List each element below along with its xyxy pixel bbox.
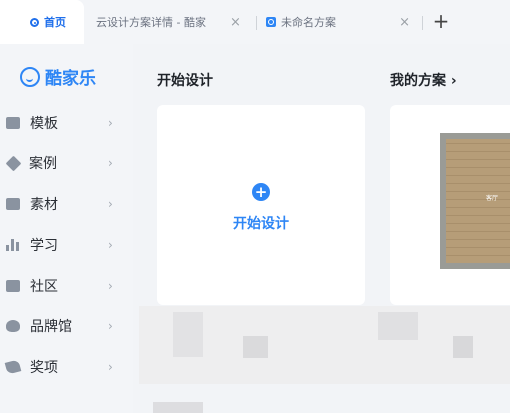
tab-home[interactable]: 首页: [0, 0, 84, 44]
message-icon: [6, 280, 20, 292]
chevron-right-icon: ›: [108, 116, 113, 130]
blurred-block: [153, 402, 203, 413]
logo-text: 酷家乐: [45, 69, 96, 89]
logo-icon: [20, 66, 40, 87]
plus-circle-icon: +: [252, 183, 270, 201]
plan-icon: [266, 17, 276, 27]
start-design-card[interactable]: + 开始设计: [157, 105, 365, 305]
room-label: 客厅: [486, 195, 499, 202]
floor-plan-thumbnail: 客厅: [440, 133, 510, 269]
new-tab-button[interactable]: +: [430, 10, 452, 32]
blurred-block: [378, 312, 418, 340]
tab-divider: [422, 16, 423, 30]
tab-bar: 首页 云设计方案详情 - 酷家 × 未命名方案 × +: [0, 0, 510, 44]
chevron-right-icon: ›: [108, 319, 113, 333]
plan-card[interactable]: 客厅: [390, 105, 510, 305]
logo[interactable]: 酷家乐: [20, 64, 96, 89]
floor-texture: [446, 139, 510, 263]
diamond-icon: [5, 155, 22, 171]
start-design-label: 开始设计: [233, 216, 289, 232]
chevron-right-icon: ›: [108, 238, 113, 252]
tab-untitled-plan-label: 未命名方案: [281, 16, 336, 29]
sidebar-item-learning[interactable]: 学习 ›: [0, 225, 133, 265]
leaf-icon: [4, 359, 22, 375]
chevron-right-icon: ›: [108, 279, 113, 293]
sidebar-item-label: 学习: [30, 238, 58, 254]
sidebar: 酷家乐 模板 › 案例 › 素材 › 学习 › 社区 › 品牌馆 › 奖项 ›: [0, 44, 133, 413]
tab-untitled-plan[interactable]: 未命名方案 ×: [266, 0, 416, 44]
tab-home-label: 首页: [44, 16, 66, 29]
blurred-block: [453, 336, 473, 358]
tab-design-details[interactable]: 云设计方案详情 - 酷家 ×: [96, 0, 256, 44]
chevron-right-icon: ›: [108, 197, 113, 211]
sidebar-item-cases[interactable]: 案例 ›: [0, 143, 133, 183]
sidebar-item-brands[interactable]: 品牌馆 ›: [0, 306, 133, 346]
chevron-right-icon: ›: [108, 360, 113, 374]
home-icon: [30, 17, 39, 27]
sidebar-item-label: 素材: [30, 197, 58, 213]
close-icon[interactable]: ×: [399, 15, 410, 30]
sidebar-item-awards[interactable]: 奖项 ›: [0, 347, 133, 387]
blurred-block: [243, 336, 268, 358]
sidebar-item-materials[interactable]: 素材 ›: [0, 184, 133, 224]
sidebar-item-label: 模板: [30, 116, 58, 132]
cube-icon: [6, 117, 20, 129]
sidebar-item-community[interactable]: 社区 ›: [0, 266, 133, 306]
sidebar-item-label: 品牌馆: [30, 319, 72, 335]
my-plans-link[interactable]: 我的方案 ›: [390, 70, 457, 90]
box-icon: [6, 198, 20, 210]
sidebar-item-label: 社区: [30, 279, 58, 295]
heart-icon: [6, 320, 20, 332]
sidebar-item-templates[interactable]: 模板 ›: [0, 103, 133, 143]
bar-chart-icon: [6, 239, 20, 251]
chevron-right-icon: ›: [108, 156, 113, 170]
blurred-block: [173, 312, 203, 357]
start-design-title: 开始设计: [157, 73, 213, 89]
main-content: 开始设计 我的方案 › + 开始设计 客厅: [133, 44, 510, 413]
tab-design-details-label: 云设计方案详情 - 酷家: [96, 16, 206, 29]
tab-divider: [256, 16, 257, 30]
sidebar-item-label: 奖项: [30, 360, 58, 376]
close-icon[interactable]: ×: [230, 15, 241, 30]
sidebar-item-label: 案例: [29, 156, 57, 172]
